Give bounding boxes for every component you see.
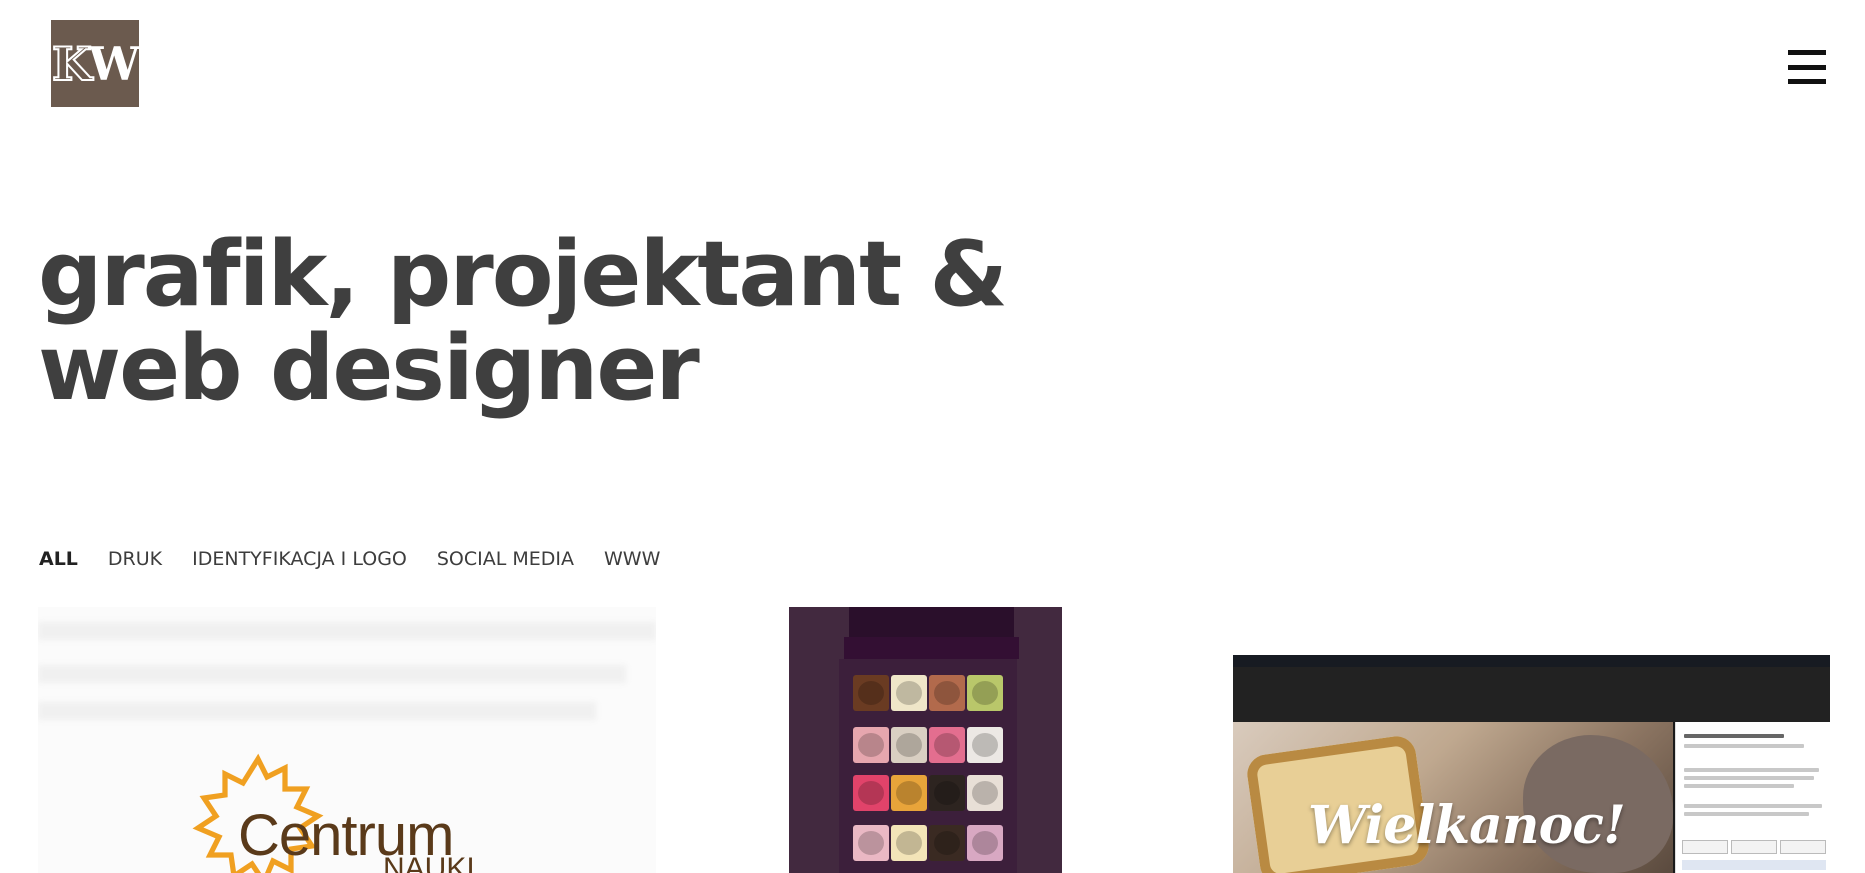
filter-identyfikacja-i-logo[interactable]: IDENTYFIKACJA I LOGO bbox=[192, 548, 407, 570]
portfolio-item-cake-website[interactable] bbox=[789, 607, 1062, 873]
facebook-post-panel bbox=[1675, 722, 1830, 873]
headline-line-1: grafik, projektant & bbox=[38, 222, 1008, 327]
page-headline: grafik, projektant & web designer bbox=[38, 222, 1008, 421]
site-logo[interactable]: KW bbox=[51, 20, 140, 107]
filter-www[interactable]: WWW bbox=[604, 548, 660, 570]
headline-line-2: web designer bbox=[38, 316, 700, 421]
blurred-text-line bbox=[38, 702, 596, 720]
cake-image bbox=[967, 775, 1003, 811]
product-grid bbox=[839, 659, 1017, 873]
post-text-line bbox=[1684, 776, 1814, 780]
cake-image bbox=[853, 675, 889, 711]
post-text-line bbox=[1684, 744, 1804, 748]
blurred-text-line bbox=[38, 665, 626, 683]
post-headline: Wielkanoc! bbox=[1308, 795, 1626, 856]
blurred-text-line bbox=[38, 622, 656, 640]
facebook-nav bbox=[1233, 667, 1830, 722]
cake-image bbox=[929, 727, 965, 763]
post-action-buttons bbox=[1682, 840, 1826, 854]
post-author-line bbox=[1684, 734, 1784, 738]
post-text-line bbox=[1684, 768, 1819, 772]
cake-image bbox=[929, 675, 965, 711]
site-header-bar bbox=[849, 607, 1014, 637]
filter-all[interactable]: ALL bbox=[39, 548, 78, 570]
site-nav-bar bbox=[844, 637, 1019, 659]
post-action-button[interactable] bbox=[1682, 840, 1728, 854]
cake-image bbox=[853, 775, 889, 811]
logo-word-nauki: NAUKI bbox=[383, 852, 475, 873]
facebook-top-bar bbox=[1233, 655, 1830, 667]
filter-social-media[interactable]: SOCIAL MEDIA bbox=[437, 548, 574, 570]
cake-image bbox=[967, 727, 1003, 763]
cake-image bbox=[891, 727, 927, 763]
hamburger-icon[interactable] bbox=[1788, 48, 1826, 86]
portfolio-filters: ALL DRUK IDENTYFIKACJA I LOGO SOCIAL MED… bbox=[39, 548, 660, 570]
post-text-line bbox=[1684, 804, 1822, 808]
cake-image bbox=[929, 825, 965, 861]
menu-bar bbox=[1788, 79, 1826, 84]
cake-image bbox=[891, 825, 927, 861]
portfolio-item-wielkanoc-post[interactable]: Wielkanoc! bbox=[1233, 655, 1830, 873]
cake-image bbox=[929, 775, 965, 811]
menu-bar bbox=[1788, 64, 1826, 70]
post-text-line bbox=[1684, 812, 1809, 816]
post-action-button[interactable] bbox=[1731, 840, 1777, 854]
post-reactions-bar bbox=[1682, 860, 1826, 870]
cake-image bbox=[967, 675, 1003, 711]
cake-image bbox=[967, 825, 1003, 861]
cake-image bbox=[891, 675, 927, 711]
menu-bar bbox=[1788, 50, 1826, 55]
cake-image bbox=[891, 775, 927, 811]
cake-image bbox=[853, 727, 889, 763]
post-action-button[interactable] bbox=[1780, 840, 1826, 854]
portfolio-item-centrum-nauki[interactable]: Centrum NAUKI bbox=[38, 607, 656, 873]
cake-image bbox=[853, 825, 889, 861]
logo-monogram: KW bbox=[51, 36, 140, 91]
post-text-line bbox=[1684, 784, 1794, 788]
filter-druk[interactable]: DRUK bbox=[108, 548, 162, 570]
